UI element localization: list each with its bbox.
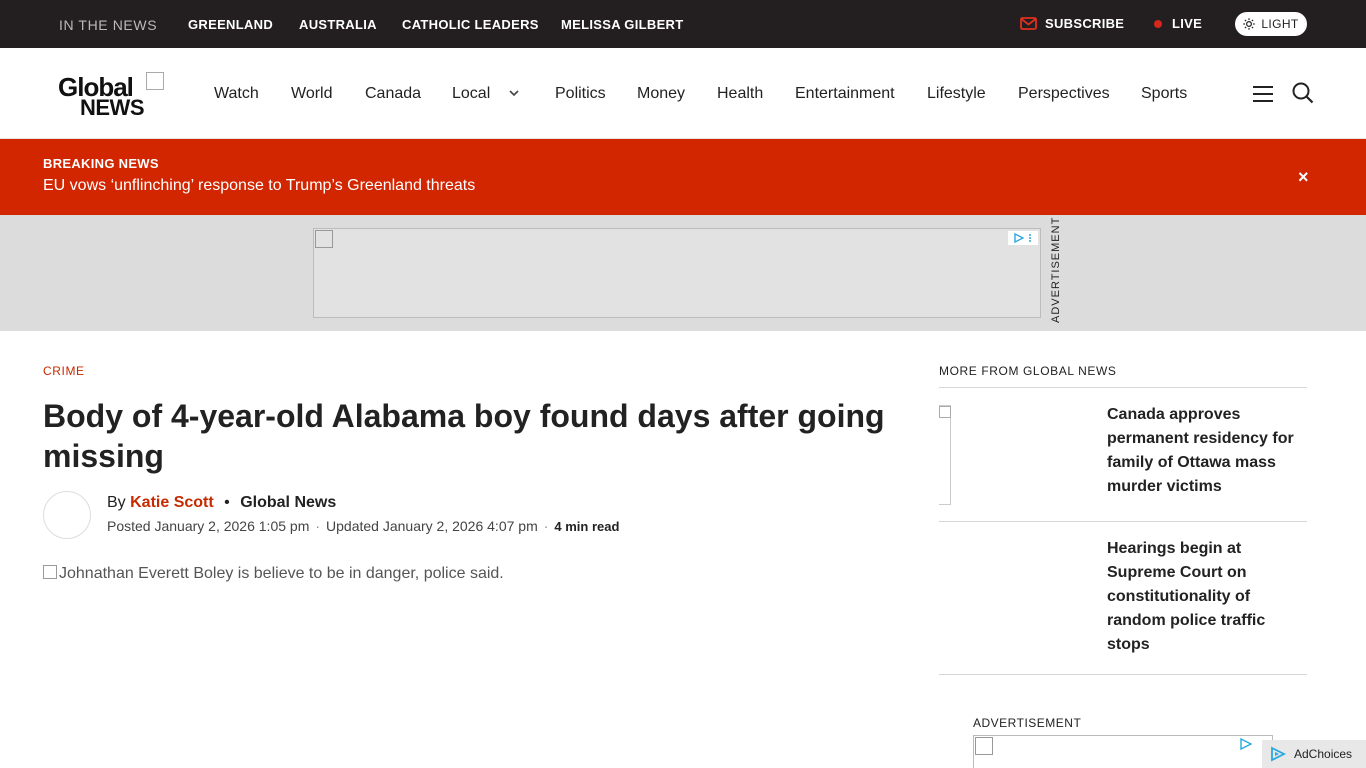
breaking-news-label: BREAKING NEWS <box>43 156 159 171</box>
byline: By Katie Scott • Global News <box>107 494 336 512</box>
live-dot-icon <box>1154 19 1162 28</box>
chevron-down-icon[interactable] <box>508 86 520 100</box>
article-meta: Posted January 2, 2026 1:05 pm · Updated J… <box>107 518 620 534</box>
hamburger-menu-icon[interactable] <box>1253 86 1273 102</box>
mail-icon <box>1020 17 1037 30</box>
in-the-news-label: IN THE NEWS <box>59 17 158 33</box>
nav-entertainment[interactable]: Entertainment <box>795 85 895 103</box>
breaking-news-headline[interactable]: EU vows ‘unflinching’ response to Trump’… <box>43 177 475 195</box>
global-news-logo[interactable]: Global NEWS <box>58 72 168 120</box>
advertisement-vertical-label: ADVERTISEMENT <box>1050 216 1062 323</box>
read-time: 4 min read <box>554 519 620 534</box>
broken-image-icon <box>939 406 951 418</box>
divider <box>939 674 1307 675</box>
author-avatar[interactable] <box>43 491 91 539</box>
main-nav: Global NEWS Watch World Canada Local Pol… <box>0 48 1366 139</box>
divider <box>939 521 1307 522</box>
nav-sports[interactable]: Sports <box>1141 85 1187 103</box>
byline-outlet: Global News <box>240 494 337 511</box>
leaderboard-ad[interactable] <box>313 228 1041 318</box>
trending-link-catholic-leaders[interactable]: CATHOLIC LEADERS <box>402 17 539 32</box>
live-button[interactable]: LIVE <box>1154 16 1202 31</box>
trending-link-greenland[interactable]: GREENLAND <box>188 17 273 32</box>
subscribe-button[interactable]: SUBSCRIBE <box>1020 16 1124 31</box>
author-link[interactable]: Katie Scott <box>130 494 214 511</box>
trending-link-australia[interactable]: AUSTRALIA <box>299 17 377 32</box>
nav-politics[interactable]: Politics <box>555 85 606 103</box>
sun-icon <box>1243 18 1256 30</box>
search-icon[interactable] <box>1292 82 1314 104</box>
live-label: LIVE <box>1172 16 1203 31</box>
logo-broken-image-icon <box>146 72 164 90</box>
nav-perspectives[interactable]: Perspectives <box>1018 85 1110 103</box>
close-icon[interactable]: × <box>1298 167 1309 188</box>
nav-lifestyle[interactable]: Lifestyle <box>927 85 986 103</box>
sidebar-advertisement-label: ADVERTISEMENT <box>973 716 1082 730</box>
theme-label: LIGHT <box>1261 17 1299 31</box>
nav-world[interactable]: World <box>291 85 333 103</box>
hero-image: Johnathan Everett Boley is believe to be… <box>43 565 504 583</box>
posted-date: Posted January 2, 2026 1:05 pm <box>107 518 310 534</box>
more-from-title: MORE FROM GLOBAL NEWS <box>939 364 1117 378</box>
top-bar: IN THE NEWS GREENLAND AUSTRALIA CATHOLIC… <box>0 0 1366 48</box>
top-ad-band: ADVERTISEMENT <box>0 215 1366 331</box>
nav-watch[interactable]: Watch <box>214 85 259 103</box>
theme-toggle-button[interactable]: LIGHT <box>1235 12 1307 36</box>
byline-by: By <box>107 494 126 511</box>
article-category[interactable]: CRIME <box>43 364 85 378</box>
sidebar-story-title[interactable]: Hearings begin at Supreme Court on const… <box>1107 537 1302 657</box>
byline-separator: • <box>224 494 230 511</box>
article-headline: Body of 4-year-old Alabama boy found day… <box>43 398 885 474</box>
sidebar-story-title[interactable]: Canada approves permanent residency for … <box>1107 403 1302 499</box>
adchoices-label: AdChoices <box>1294 747 1353 761</box>
ad-choices-mini-icon[interactable] <box>1008 231 1038 245</box>
broken-image-icon <box>315 230 333 248</box>
logo-text-news: NEWS <box>80 95 145 120</box>
broken-image-icon <box>975 737 993 755</box>
nav-local[interactable]: Local <box>452 85 490 103</box>
breaking-news-banner[interactable]: BREAKING NEWS EU vows ‘unflinching’ resp… <box>0 139 1366 215</box>
divider <box>939 387 1307 388</box>
updated-date: Updated January 2, 2026 4:07 pm <box>326 518 538 534</box>
adchoices-button[interactable]: AdChoices <box>1262 740 1366 768</box>
subscribe-label: SUBSCRIBE <box>1045 16 1125 31</box>
nav-money[interactable]: Money <box>637 85 685 103</box>
sidebar-story-thumbnail[interactable] <box>939 405 951 505</box>
nav-health[interactable]: Health <box>717 85 763 103</box>
nav-canada[interactable]: Canada <box>365 85 421 103</box>
hero-image-alt-text: Johnathan Everett Boley is believe to be… <box>59 565 504 582</box>
sidebar-ad[interactable] <box>973 735 1273 768</box>
trending-link-melissa-gilbert[interactable]: MELISSA GILBERT <box>561 17 683 32</box>
ad-play-icon[interactable] <box>1240 738 1252 750</box>
adchoices-icon <box>1271 746 1286 762</box>
broken-image-icon <box>43 565 57 579</box>
